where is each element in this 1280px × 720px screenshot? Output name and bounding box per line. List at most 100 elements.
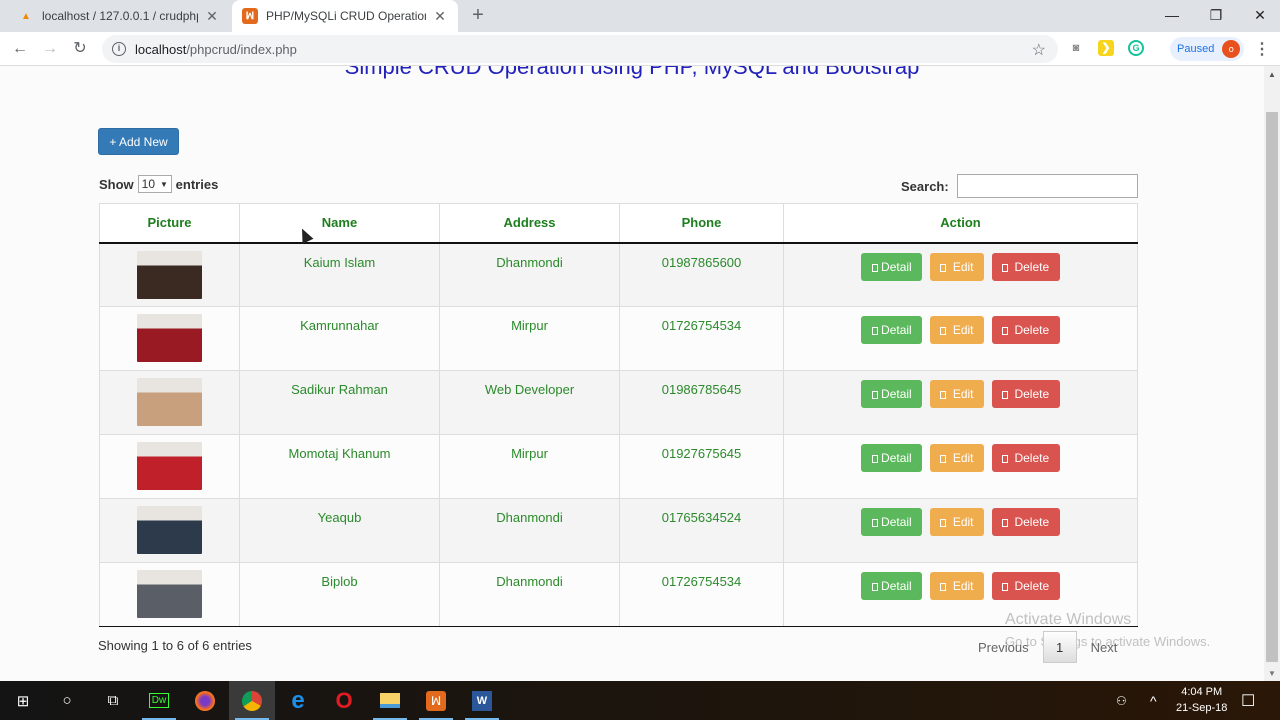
close-tab-icon[interactable]: ✕ [204,8,220,25]
detail-button[interactable]: Detail [861,252,923,281]
info-icon[interactable]: i [112,42,126,56]
address-cell: Mirpur [439,434,620,499]
back-icon[interactable]: ← [9,38,31,60]
delete-button[interactable]: Delete [991,572,1060,600]
column-header-phone[interactable]: Phone [619,203,784,244]
action-cell: Detail Edit Delete [783,498,1138,563]
table-row: Momotaj Khanum Mirpur 01927675645 Detail… [99,434,1138,499]
forward-icon[interactable]: → [39,38,61,60]
detail-button[interactable]: Detail [861,572,923,600]
detail-label: Detail [881,579,912,593]
dreamweaver-icon[interactable]: Dw [136,681,182,720]
camera-extension-icon[interactable]: ◙ [1068,40,1084,56]
action-cell: Detail Edit Delete [783,370,1138,435]
column-header-address[interactable]: Address [439,203,620,244]
grammarly-icon[interactable]: G [1128,40,1144,56]
clock-time: 4:04 PM [1181,686,1223,698]
menu-kebab-icon[interactable]: ⋮ [1254,39,1270,59]
firefox-icon[interactable] [182,681,228,720]
edit-button[interactable]: Edit [930,380,984,408]
table-row: Biplob Dhanmondi 01726754534 Detail Edit… [99,562,1138,627]
detail-label: Detail [881,259,912,274]
tab-crud[interactable]: ꟽ PHP/MySQLi CRUD Operation us ✕ [232,0,458,32]
detail-button[interactable]: Detail [861,380,923,408]
glyph-icon [1002,583,1009,591]
scrollbar-thumb[interactable] [1266,112,1278,662]
windows-start-icon[interactable]: ⊞ [0,681,46,720]
address-cell: Web Developer [439,370,620,435]
column-header-action[interactable]: Action [783,203,1138,244]
search-icon[interactable]: ○ [44,681,90,720]
system-clock[interactable]: 4:04 PM 21-Sep-18 [1176,684,1227,716]
name-cell: Sadikur Rahman [239,370,440,435]
edit-button[interactable]: Edit [930,444,984,472]
previous-page-button[interactable]: Previous [972,640,1035,655]
delete-button[interactable]: Delete [991,508,1060,536]
glyph-icon [940,455,947,463]
minimize-button[interactable]: — [1150,0,1194,30]
chevron-up-icon[interactable]: ^ [1150,681,1157,720]
scroll-up-icon[interactable]: ▲ [1268,70,1276,79]
detail-button[interactable]: Detail [861,444,923,472]
clock-date: 21-Sep-18 [1176,702,1228,714]
page-length-control: Show 10 ▼ entries [99,175,218,193]
chrome-icon[interactable] [229,681,275,720]
column-header-name[interactable]: Name [239,203,440,244]
delete-button[interactable]: Delete [991,444,1060,472]
action-cell: Detail Edit Delete [783,306,1138,371]
edit-label: Edit [952,387,974,401]
address-bar[interactable]: i localhost/phpcrud/index.php ☆ [102,35,1058,63]
reload-icon[interactable]: ↻ [69,38,91,60]
new-tab-button[interactable]: + [468,4,488,27]
search-input[interactable] [956,174,1138,198]
picture-cell [99,434,240,499]
edge-icon[interactable]: e [275,681,321,720]
task-view-icon[interactable]: ⧉ [90,681,136,720]
close-window-button[interactable]: ✕ [1238,0,1280,30]
url-host: localhost [135,41,187,57]
delete-button[interactable]: Delete [991,252,1060,281]
edit-label: Edit [952,259,974,274]
delete-label: Delete [1014,515,1050,529]
edit-button[interactable]: Edit [930,508,984,536]
delete-label: Delete [1014,259,1050,274]
close-tab-icon[interactable]: ✕ [432,8,448,25]
glyph-icon [940,327,947,335]
picture-cell [99,306,240,371]
page-1-button[interactable]: 1 [1042,631,1077,663]
bookmark-star-icon[interactable]: ☆ [1032,40,1046,60]
file-explorer-icon[interactable] [367,681,413,720]
edit-label: Edit [952,515,974,529]
glyph-icon [1002,391,1009,399]
table-row: Kamrunnahar Mirpur 01726754534 Detail Ed… [99,306,1138,371]
vertical-scrollbar[interactable]: ▲ ▼ [1264,66,1280,681]
page-length-select[interactable]: 10 ▼ [137,175,172,193]
column-header-picture[interactable]: Picture [99,203,240,244]
notification-icon[interactable]: ☐ [1241,681,1255,720]
edit-button[interactable]: Edit [930,316,984,344]
detail-button[interactable]: Detail [861,508,923,536]
word-icon[interactable]: W [459,681,505,720]
edit-button[interactable]: Edit [930,572,984,600]
page-title: Simple CRUD Operation using PHP, MySQL a… [344,66,920,79]
delete-button[interactable]: Delete [991,380,1060,408]
add-new-button[interactable]: + Add New [98,128,179,155]
next-page-button[interactable]: Next [1085,640,1124,655]
glyph-icon [940,583,947,591]
edit-button[interactable]: Edit [930,252,984,281]
people-icon[interactable]: ⚇ [1116,681,1127,720]
restore-button[interactable]: ❐ [1194,0,1238,30]
page-length-value: 10 [141,177,156,191]
scroll-down-icon[interactable]: ▼ [1268,669,1276,678]
profile-paused-button[interactable]: Paused o [1170,37,1244,61]
detail-label: Detail [881,387,912,401]
tab-phpmyadmin[interactable]: ▲ localhost / 127.0.0.1 / crudphp / ✕ [8,0,230,32]
table-header-row: Picture Name Address Phone Action [99,203,1138,244]
delete-button[interactable]: Delete [991,316,1060,344]
opera-icon[interactable]: O [321,681,367,720]
glyph-icon [1002,455,1009,463]
detail-label: Detail [881,515,912,529]
yellow-extension-icon[interactable]: ❯ [1098,40,1114,56]
xampp-taskbar-icon[interactable]: ꟽ [413,681,459,720]
detail-button[interactable]: Detail [861,316,923,344]
